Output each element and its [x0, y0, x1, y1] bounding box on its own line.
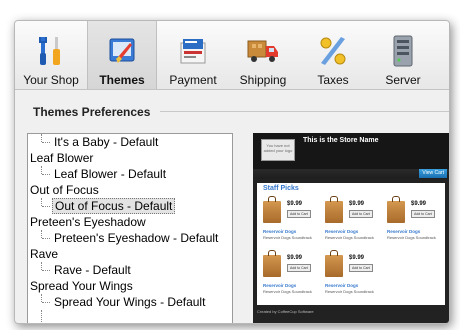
toolbar: Your Shop Themes Payment Shipping Taxes … — [15, 21, 449, 90]
truck-icon — [247, 40, 278, 62]
tab-themes[interactable]: Themes — [87, 21, 157, 89]
tab-payment[interactable]: Payment — [159, 21, 227, 89]
tree-item-label: Preteen's Eyeshadow - Default — [54, 231, 219, 245]
shopping-bag-icon — [387, 196, 405, 223]
theme-tree[interactable]: It's a Baby - Default Leaf Blower Leaf B… — [27, 133, 233, 323]
preview-product: $9.99 Add to Cart Reservoir Dogs Reservo… — [387, 196, 436, 240]
tab-shipping[interactable]: Shipping — [229, 21, 297, 89]
tab-label: Themes — [99, 73, 145, 87]
section-divider — [160, 111, 449, 112]
tree-item-label: Out of Focus - Default — [52, 198, 176, 214]
shopping-bag-icon — [263, 196, 281, 223]
preview-footer: Created by CoffeeCup Software — [257, 309, 314, 314]
tab-label: Shipping — [239, 73, 287, 87]
tree-item-label: Spread Your Wings - Default — [54, 295, 206, 309]
preview-logo-placeholder: You have not added your logo — [261, 139, 295, 161]
preview-header: You have not added your logo This is the… — [253, 133, 449, 169]
preview-store-name: This is the Store Name — [303, 137, 379, 144]
tree-connector — [41, 134, 42, 142]
preview-staff-picks: Staff Picks — [263, 185, 299, 192]
preview-content: Staff Picks $9.99 Add to Cart Reservoir … — [257, 183, 445, 305]
preferences-window: Your Shop Themes Payment Shipping Taxes … — [14, 20, 450, 324]
tab-server[interactable]: Server — [369, 21, 437, 89]
tab-taxes[interactable]: Taxes — [299, 21, 367, 89]
tree-item-label: Leaf Blower - Default — [54, 167, 167, 181]
preview-cart-button: View Cart — [419, 169, 447, 178]
shopping-bag-icon — [325, 250, 343, 277]
tab-label: Payment — [169, 73, 217, 87]
tab-label: Your Shop — [23, 73, 79, 87]
percent-icon — [320, 37, 346, 65]
tab-label: Taxes — [317, 73, 349, 87]
tree-item-label: Leaf Blower — [30, 151, 94, 165]
tab-your-shop[interactable]: Your Shop — [17, 21, 85, 89]
server-icon — [393, 35, 413, 67]
preview-product: $9.99 Add to Cart Reservoir Dogs Reservo… — [325, 250, 374, 294]
tree-item-label: Rave - Default — [54, 263, 131, 277]
tree-item-label: Out of Focus — [30, 183, 99, 197]
theme-preview: You have not added your logo This is the… — [253, 133, 449, 323]
section-title: Themes Preferences — [33, 105, 151, 119]
tree-item-label: Rave — [30, 247, 59, 261]
shopping-bag-icon — [263, 250, 281, 277]
tree-item-label: Spread Your Wings — [30, 279, 133, 293]
tools-icon — [39, 37, 60, 65]
tab-label: Server — [385, 73, 421, 87]
paintbrush-icon — [109, 38, 135, 63]
tree-item-label: It's a Baby - Default — [54, 135, 159, 149]
shopping-bag-icon — [325, 196, 343, 223]
tree-item-label: Preteen's Eyeshadow — [30, 215, 146, 229]
preview-product: $9.99 Add to Cart Reservoir Dogs Reservo… — [263, 250, 312, 294]
payment-icon — [180, 39, 206, 64]
